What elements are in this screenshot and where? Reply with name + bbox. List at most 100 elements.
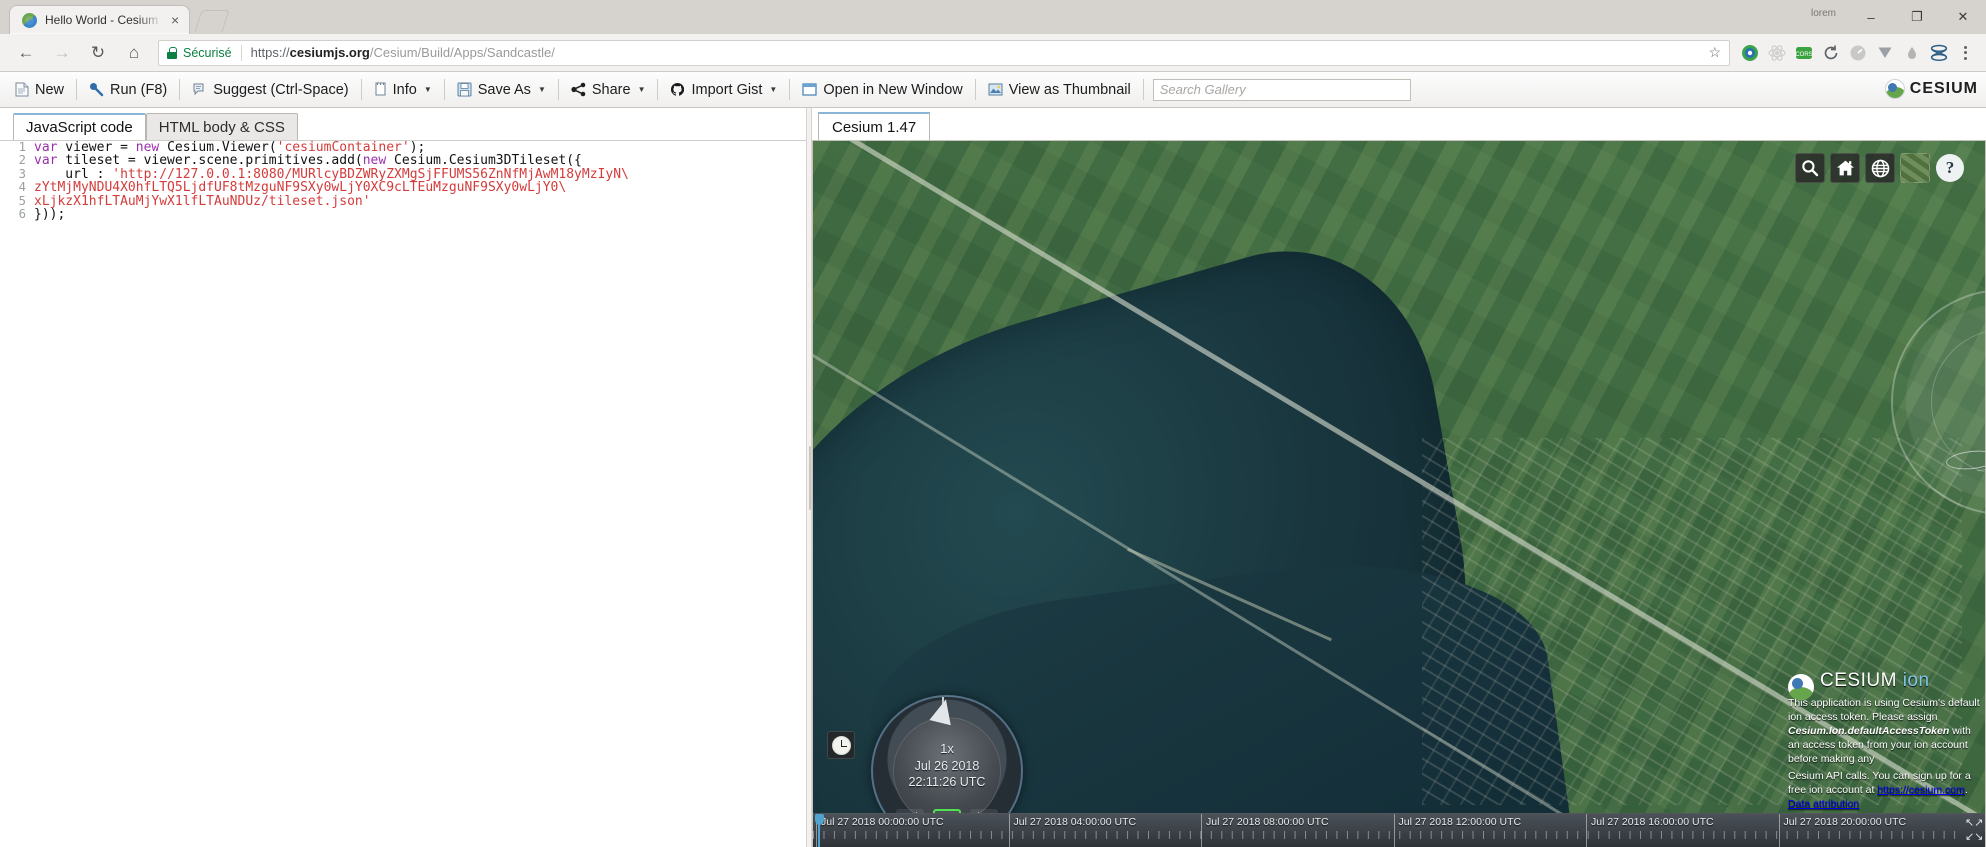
credit-text-part1: This application is using Cesium's defau… (1788, 697, 1980, 723)
extension-v-icon[interactable] (1873, 41, 1897, 65)
toolbar-divider (1142, 79, 1144, 100)
save-icon (457, 82, 472, 97)
toolbar-divider (974, 79, 976, 100)
cesium-brand-logo: CESIUM (1884, 79, 1978, 99)
extension-atom-icon[interactable] (1765, 41, 1789, 65)
timeline-resize-handle[interactable]: ↖↗ ↙↘ (1961, 814, 1985, 847)
tab-html-body-css[interactable]: HTML body & CSS (145, 113, 298, 140)
chrome-menu-button[interactable] (1954, 40, 1976, 66)
info-button[interactable]: Info ▼ (365, 78, 441, 102)
animation-speed: 1x (940, 741, 954, 756)
forward-icon[interactable]: → (44, 38, 80, 68)
share-icon (571, 82, 586, 97)
navigation-help-button[interactable]: ? (1935, 153, 1965, 183)
home-icon[interactable]: ⌂ (116, 38, 152, 68)
animation-date: Jul 26 2018 (914, 758, 980, 773)
github-icon (671, 82, 685, 96)
chevron-down-icon: ▼ (769, 85, 778, 94)
tab-close-icon[interactable]: × (171, 13, 179, 27)
question-icon: ? (1936, 154, 1964, 182)
reload-icon[interactable]: ↻ (80, 38, 116, 68)
search-gallery-input[interactable]: Search Gallery (1152, 78, 1411, 101)
info-icon (375, 82, 386, 96)
editor-tab-row: JavaScript code HTML body & CSS (0, 108, 806, 140)
tab-javascript-code[interactable]: JavaScript code (13, 113, 146, 140)
chevron-down-icon: ▼ (637, 85, 646, 94)
code-pane: JavaScript code HTML body & CSS 1 var vie… (0, 108, 806, 847)
url-text: https://cesiumjs.org/Cesium/Build/Apps/S… (251, 45, 555, 60)
run-icon (90, 83, 104, 97)
clock-toggle-button[interactable] (827, 731, 855, 759)
cesium-ion-mark-icon (1788, 674, 1814, 700)
tab-cesium-version[interactable]: Cesium 1.47 (818, 112, 931, 140)
memory-label: lorem (1810, 8, 1836, 19)
toolbar-divider (179, 79, 181, 100)
search-gallery-placeholder: Search Gallery (1159, 82, 1246, 97)
line-number: 6 (18, 206, 26, 221)
extension-refresh-icon[interactable] (1819, 41, 1843, 65)
view-as-thumbnail-button[interactable]: View as Thumbnail (979, 78, 1140, 102)
timeline-bar[interactable]: Jul 27 2018 00:00:00 UTC Jul 27 2018 04:0… (813, 814, 1961, 847)
maximize-button[interactable]: ❐ (1894, 0, 1940, 34)
credit-text-line1: This application is using Cesium's defau… (1788, 696, 1985, 766)
extensions-bar: CORS (1738, 40, 1978, 66)
suggest-button[interactable]: Suggest (Ctrl-Space) (183, 78, 357, 102)
file-icon (15, 82, 29, 97)
timeline-needle[interactable] (815, 814, 824, 847)
toolbar-divider (360, 79, 362, 100)
share-button[interactable]: Share ▼ (562, 78, 655, 102)
ion-brand-suffix: ion (1902, 670, 1930, 691)
run-button[interactable]: Run (F8) (80, 78, 176, 102)
code-line: 5 xLjkzX1hfLTAuMjYwX1lfLTAuNDUz/tileset.j… (0, 194, 806, 208)
cesium-logo-icon (1884, 79, 1905, 99)
open-in-new-window-button[interactable]: Open in New Window (793, 78, 971, 102)
browser-tab[interactable]: Hello World - Cesium Sa × (9, 5, 191, 34)
back-icon[interactable]: ← (8, 38, 44, 68)
extension-gauge-icon[interactable] (1846, 41, 1870, 65)
minimize-button[interactable]: – (1848, 0, 1894, 34)
save-as-button[interactable]: Save As ▼ (448, 78, 555, 102)
cesium-credits: CESIUM ion This application is using Ces… (1788, 671, 1985, 811)
timeline-label: Jul 27 2018 08:00:00 UTC (1201, 814, 1329, 847)
search-icon (1802, 160, 1819, 177)
extension-hourglass-icon[interactable] (1927, 41, 1951, 65)
timeline-ticks (813, 831, 1961, 847)
credit-token-name: Cesium.Ion.defaultAccessToken (1788, 725, 1950, 737)
code-line: 3 url : 'http://127.0.0.1:8080/MURlcyBDZ… (0, 167, 806, 181)
cesium-timeline[interactable]: Jul 27 2018 00:00:00 UTC Jul 27 2018 04:0… (813, 813, 1985, 847)
toolbar-divider (789, 79, 791, 100)
base-layer-picker-button[interactable] (1900, 153, 1930, 183)
cesium-com-link[interactable]: https://cesium.com (1877, 784, 1965, 796)
timeline-labels: Jul 27 2018 00:00:00 UTC Jul 27 2018 04:0… (813, 814, 1961, 847)
scene-mode-button[interactable] (1865, 153, 1895, 183)
suggest-button-label: Suggest (Ctrl-Space) (213, 81, 349, 98)
cesium-widget-toolbar: ? (1795, 153, 1965, 183)
new-button[interactable]: New (6, 78, 73, 102)
extension-cors-icon[interactable]: CORS (1792, 41, 1816, 65)
url-scheme: https:// (250, 45, 290, 60)
home-button[interactable] (1830, 153, 1860, 183)
cesium-viewer[interactable]: ? 1x Jul 26 2018 22:11:26 UTC CESIUM ion… (812, 140, 1986, 847)
timeline-label: Jul 27 2018 00:00:00 UTC (816, 814, 944, 847)
main-split: JavaScript code HTML body & CSS 1 var vie… (0, 108, 1986, 847)
extension-grey-dot-icon[interactable] (1900, 41, 1924, 65)
save-as-button-label: Save As (477, 81, 531, 98)
code-line: 4 zYtMjMyNDU4X0hfLTQ5LjdfUF8tMzguNF9SXy0w… (0, 180, 806, 194)
new-tab-button[interactable] (194, 10, 230, 32)
toolbar-divider (557, 79, 559, 100)
geocoder-search-button[interactable] (1795, 153, 1825, 183)
code-editor[interactable]: 1 var viewer = new Cesium.Viewer('cesiumC… (0, 140, 806, 847)
animation-readout: 1x Jul 26 2018 22:11:26 UTC (871, 741, 1023, 791)
bookmark-star-icon[interactable]: ☆ (1708, 44, 1721, 61)
address-bar[interactable]: Sécurisé https://cesiumjs.org/Cesium/Bui… (158, 39, 1730, 66)
view-as-thumbnail-label: View as Thumbnail (1008, 81, 1131, 98)
browser-navigation-bar: ← → ↻ ⌂ Sécurisé https://cesiumjs.org/Ce… (0, 34, 1986, 72)
data-attribution-link[interactable]: Data attribution (1788, 798, 1859, 810)
extension-green-orb-icon[interactable] (1738, 41, 1762, 65)
cesium-favicon-icon (22, 12, 37, 28)
home-icon (1836, 160, 1854, 176)
browser-window: Hello World - Cesium Sa × lorem – ❐ ✕ ← … (0, 0, 1986, 847)
globe-icon (1871, 159, 1889, 177)
import-gist-button[interactable]: Import Gist ▼ (661, 78, 786, 102)
close-window-button[interactable]: ✕ (1940, 0, 1986, 34)
